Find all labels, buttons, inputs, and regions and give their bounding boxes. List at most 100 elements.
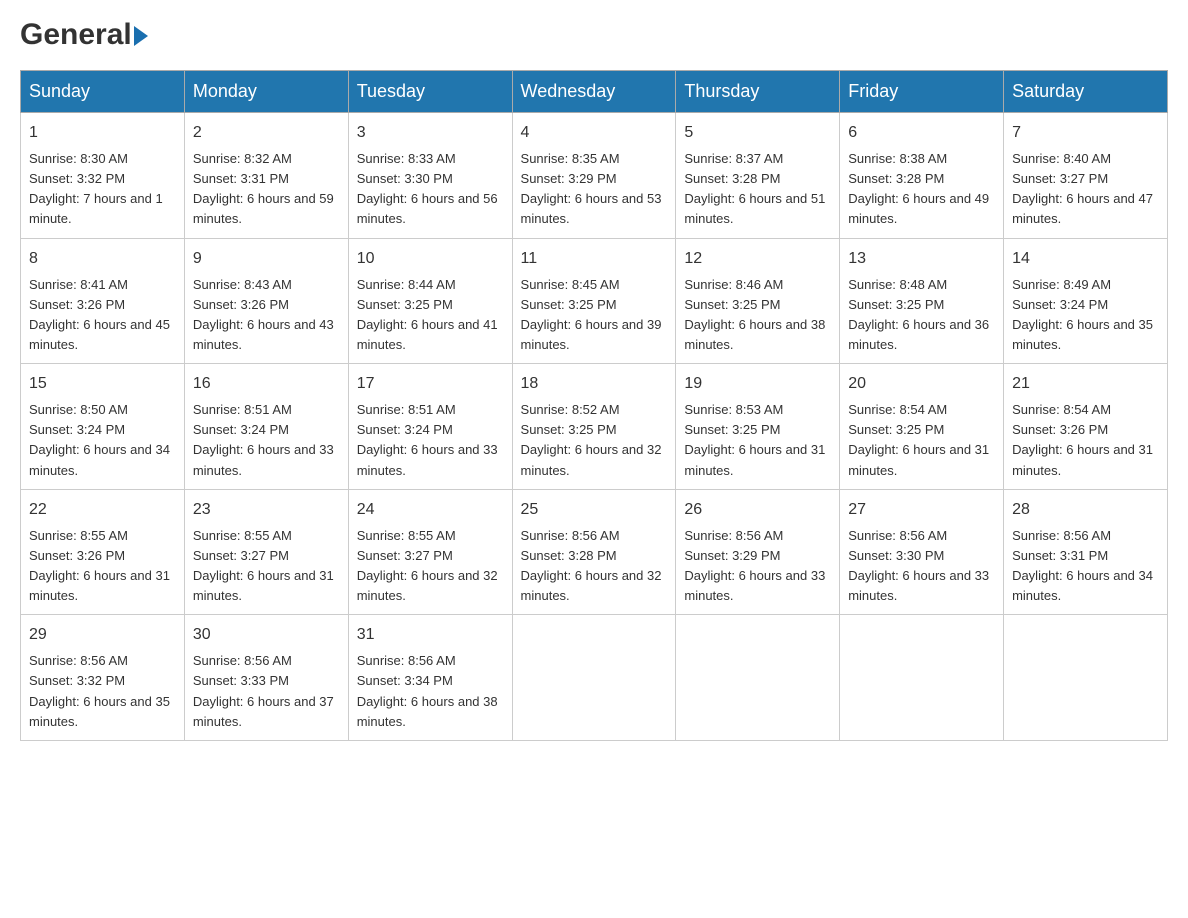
day-number: 11: [521, 247, 668, 271]
calendar-cell: 3 Sunrise: 8:33 AM Sunset: 3:30 PM Dayli…: [348, 113, 512, 239]
day-number: 23: [193, 498, 340, 522]
weekday-header-friday: Friday: [840, 71, 1004, 113]
calendar-cell: [512, 615, 676, 741]
day-number: 16: [193, 372, 340, 396]
day-number: 30: [193, 623, 340, 647]
cell-content: Sunrise: 8:51 AM Sunset: 3:24 PM Dayligh…: [357, 400, 504, 481]
day-number: 18: [521, 372, 668, 396]
cell-content: Sunrise: 8:56 AM Sunset: 3:29 PM Dayligh…: [684, 526, 831, 607]
cell-content: Sunrise: 8:56 AM Sunset: 3:28 PM Dayligh…: [521, 526, 668, 607]
week-row-1: 1 Sunrise: 8:30 AM Sunset: 3:32 PM Dayli…: [21, 113, 1168, 239]
weekday-header-thursday: Thursday: [676, 71, 840, 113]
calendar-cell: 24 Sunrise: 8:55 AM Sunset: 3:27 PM Dayl…: [348, 489, 512, 615]
cell-content: Sunrise: 8:54 AM Sunset: 3:26 PM Dayligh…: [1012, 400, 1159, 481]
day-number: 29: [29, 623, 176, 647]
calendar-cell: 31 Sunrise: 8:56 AM Sunset: 3:34 PM Dayl…: [348, 615, 512, 741]
calendar-cell: 19 Sunrise: 8:53 AM Sunset: 3:25 PM Dayl…: [676, 364, 840, 490]
week-row-4: 22 Sunrise: 8:55 AM Sunset: 3:26 PM Dayl…: [21, 489, 1168, 615]
calendar-cell: 4 Sunrise: 8:35 AM Sunset: 3:29 PM Dayli…: [512, 113, 676, 239]
calendar-table: SundayMondayTuesdayWednesdayThursdayFrid…: [20, 70, 1168, 741]
day-number: 6: [848, 121, 995, 145]
cell-content: Sunrise: 8:54 AM Sunset: 3:25 PM Dayligh…: [848, 400, 995, 481]
day-number: 14: [1012, 247, 1159, 271]
cell-content: Sunrise: 8:55 AM Sunset: 3:27 PM Dayligh…: [357, 526, 504, 607]
calendar-cell: 27 Sunrise: 8:56 AM Sunset: 3:30 PM Dayl…: [840, 489, 1004, 615]
week-row-2: 8 Sunrise: 8:41 AM Sunset: 3:26 PM Dayli…: [21, 238, 1168, 364]
cell-content: Sunrise: 8:56 AM Sunset: 3:30 PM Dayligh…: [848, 526, 995, 607]
calendar-cell: 21 Sunrise: 8:54 AM Sunset: 3:26 PM Dayl…: [1004, 364, 1168, 490]
logo-general-text: General: [20, 20, 132, 50]
day-number: 3: [357, 121, 504, 145]
cell-content: Sunrise: 8:46 AM Sunset: 3:25 PM Dayligh…: [684, 275, 831, 356]
cell-content: Sunrise: 8:44 AM Sunset: 3:25 PM Dayligh…: [357, 275, 504, 356]
cell-content: Sunrise: 8:30 AM Sunset: 3:32 PM Dayligh…: [29, 149, 176, 230]
cell-content: Sunrise: 8:56 AM Sunset: 3:34 PM Dayligh…: [357, 651, 504, 732]
cell-content: Sunrise: 8:43 AM Sunset: 3:26 PM Dayligh…: [193, 275, 340, 356]
day-number: 7: [1012, 121, 1159, 145]
cell-content: Sunrise: 8:33 AM Sunset: 3:30 PM Dayligh…: [357, 149, 504, 230]
logo-arrow-icon: [134, 26, 148, 46]
calendar-cell: [1004, 615, 1168, 741]
day-number: 25: [521, 498, 668, 522]
day-number: 17: [357, 372, 504, 396]
day-number: 26: [684, 498, 831, 522]
day-number: 10: [357, 247, 504, 271]
logo: General: [20, 20, 148, 50]
cell-content: Sunrise: 8:52 AM Sunset: 3:25 PM Dayligh…: [521, 400, 668, 481]
cell-content: Sunrise: 8:48 AM Sunset: 3:25 PM Dayligh…: [848, 275, 995, 356]
weekday-header-sunday: Sunday: [21, 71, 185, 113]
calendar-cell: 26 Sunrise: 8:56 AM Sunset: 3:29 PM Dayl…: [676, 489, 840, 615]
cell-content: Sunrise: 8:35 AM Sunset: 3:29 PM Dayligh…: [521, 149, 668, 230]
day-number: 21: [1012, 372, 1159, 396]
weekday-header-monday: Monday: [184, 71, 348, 113]
day-number: 12: [684, 247, 831, 271]
cell-content: Sunrise: 8:56 AM Sunset: 3:31 PM Dayligh…: [1012, 526, 1159, 607]
cell-content: Sunrise: 8:40 AM Sunset: 3:27 PM Dayligh…: [1012, 149, 1159, 230]
day-number: 20: [848, 372, 995, 396]
calendar-cell: 16 Sunrise: 8:51 AM Sunset: 3:24 PM Dayl…: [184, 364, 348, 490]
calendar-cell: 13 Sunrise: 8:48 AM Sunset: 3:25 PM Dayl…: [840, 238, 1004, 364]
cell-content: Sunrise: 8:32 AM Sunset: 3:31 PM Dayligh…: [193, 149, 340, 230]
calendar-cell: 6 Sunrise: 8:38 AM Sunset: 3:28 PM Dayli…: [840, 113, 1004, 239]
calendar-cell: 11 Sunrise: 8:45 AM Sunset: 3:25 PM Dayl…: [512, 238, 676, 364]
calendar-cell: 15 Sunrise: 8:50 AM Sunset: 3:24 PM Dayl…: [21, 364, 185, 490]
cell-content: Sunrise: 8:53 AM Sunset: 3:25 PM Dayligh…: [684, 400, 831, 481]
calendar-cell: 7 Sunrise: 8:40 AM Sunset: 3:27 PM Dayli…: [1004, 113, 1168, 239]
day-number: 8: [29, 247, 176, 271]
calendar-cell: [840, 615, 1004, 741]
calendar-cell: 1 Sunrise: 8:30 AM Sunset: 3:32 PM Dayli…: [21, 113, 185, 239]
day-number: 24: [357, 498, 504, 522]
calendar-cell: 30 Sunrise: 8:56 AM Sunset: 3:33 PM Dayl…: [184, 615, 348, 741]
cell-content: Sunrise: 8:55 AM Sunset: 3:26 PM Dayligh…: [29, 526, 176, 607]
page-header: General: [20, 20, 1168, 50]
calendar-cell: 17 Sunrise: 8:51 AM Sunset: 3:24 PM Dayl…: [348, 364, 512, 490]
calendar-cell: 9 Sunrise: 8:43 AM Sunset: 3:26 PM Dayli…: [184, 238, 348, 364]
calendar-cell: 28 Sunrise: 8:56 AM Sunset: 3:31 PM Dayl…: [1004, 489, 1168, 615]
calendar-cell: 20 Sunrise: 8:54 AM Sunset: 3:25 PM Dayl…: [840, 364, 1004, 490]
day-number: 28: [1012, 498, 1159, 522]
calendar-cell: 18 Sunrise: 8:52 AM Sunset: 3:25 PM Dayl…: [512, 364, 676, 490]
day-number: 4: [521, 121, 668, 145]
calendar-cell: 14 Sunrise: 8:49 AM Sunset: 3:24 PM Dayl…: [1004, 238, 1168, 364]
cell-content: Sunrise: 8:56 AM Sunset: 3:32 PM Dayligh…: [29, 651, 176, 732]
week-row-5: 29 Sunrise: 8:56 AM Sunset: 3:32 PM Dayl…: [21, 615, 1168, 741]
calendar-cell: 10 Sunrise: 8:44 AM Sunset: 3:25 PM Dayl…: [348, 238, 512, 364]
calendar-cell: 29 Sunrise: 8:56 AM Sunset: 3:32 PM Dayl…: [21, 615, 185, 741]
weekday-header-saturday: Saturday: [1004, 71, 1168, 113]
calendar-cell: 12 Sunrise: 8:46 AM Sunset: 3:25 PM Dayl…: [676, 238, 840, 364]
calendar-cell: 2 Sunrise: 8:32 AM Sunset: 3:31 PM Dayli…: [184, 113, 348, 239]
cell-content: Sunrise: 8:41 AM Sunset: 3:26 PM Dayligh…: [29, 275, 176, 356]
day-number: 5: [684, 121, 831, 145]
day-number: 27: [848, 498, 995, 522]
day-number: 31: [357, 623, 504, 647]
cell-content: Sunrise: 8:37 AM Sunset: 3:28 PM Dayligh…: [684, 149, 831, 230]
day-number: 9: [193, 247, 340, 271]
calendar-cell: 23 Sunrise: 8:55 AM Sunset: 3:27 PM Dayl…: [184, 489, 348, 615]
cell-content: Sunrise: 8:38 AM Sunset: 3:28 PM Dayligh…: [848, 149, 995, 230]
cell-content: Sunrise: 8:49 AM Sunset: 3:24 PM Dayligh…: [1012, 275, 1159, 356]
day-number: 19: [684, 372, 831, 396]
cell-content: Sunrise: 8:55 AM Sunset: 3:27 PM Dayligh…: [193, 526, 340, 607]
day-number: 13: [848, 247, 995, 271]
cell-content: Sunrise: 8:56 AM Sunset: 3:33 PM Dayligh…: [193, 651, 340, 732]
day-number: 1: [29, 121, 176, 145]
